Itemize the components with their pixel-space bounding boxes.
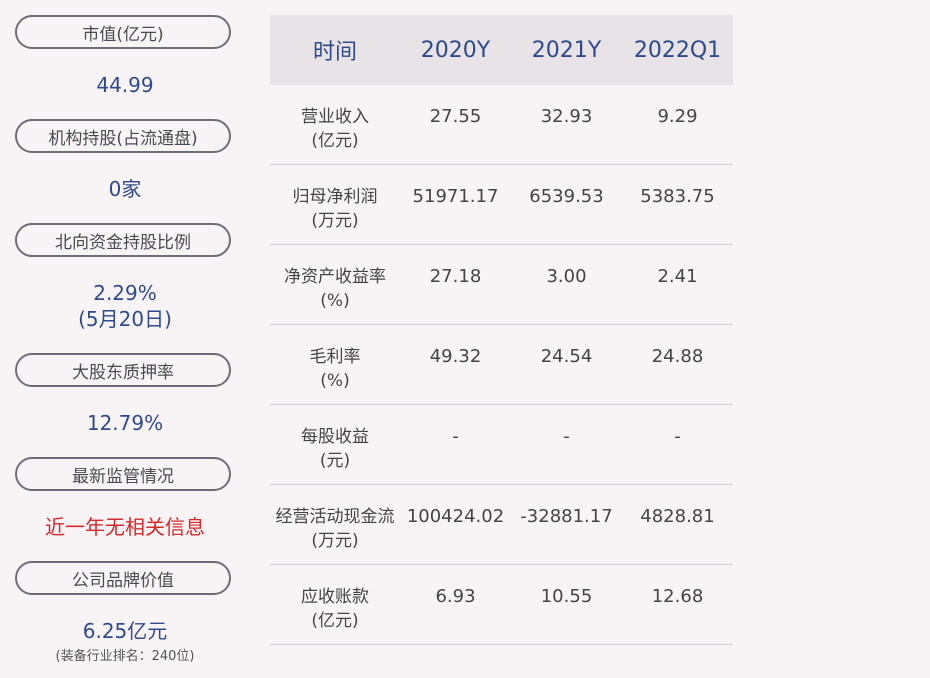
row-label: 应收账款 (亿元) bbox=[301, 587, 369, 631]
table-row: 每股收益 (元) - - - bbox=[270, 405, 733, 485]
table-row: 营业收入 (亿元) 27.55 32.93 9.29 bbox=[270, 85, 733, 165]
market-cap-value: 44.99 bbox=[96, 73, 154, 97]
cell: 6.93 bbox=[435, 586, 476, 607]
cell: 51971.17 bbox=[412, 186, 499, 207]
brand-value-label-pill: 公司品牌价值 bbox=[15, 561, 231, 595]
table-row: 毛利率 (%) 49.32 24.54 24.88 bbox=[270, 325, 733, 405]
cell: -32881.17 bbox=[520, 506, 613, 527]
row-label: 营业收入 (亿元) bbox=[301, 107, 369, 151]
table-row: 归母净利润 (万元) 51971.17 6539.53 5383.75 bbox=[270, 165, 733, 245]
row-label: 净资产收益率 (%) bbox=[284, 267, 386, 311]
cell: 27.55 bbox=[429, 106, 482, 127]
cell: 32.93 bbox=[540, 106, 593, 127]
cell: - bbox=[674, 426, 681, 447]
cell: 2.41 bbox=[657, 266, 698, 287]
pledge-rate-label-pill: 大股东质押率 bbox=[15, 353, 231, 387]
cell: - bbox=[563, 426, 570, 447]
cell: 100424.02 bbox=[406, 506, 505, 527]
row-label: 毛利率 (%) bbox=[309, 347, 361, 391]
cell: 27.18 bbox=[429, 266, 482, 287]
institution-holding-value: 0家 bbox=[108, 177, 142, 201]
northbound-ratio-label-pill: 北向资金持股比例 bbox=[15, 223, 231, 257]
header-2022q1: 2022Q1 bbox=[633, 37, 722, 63]
cell: 3.00 bbox=[546, 266, 587, 287]
row-label: 经营活动现金流 (万元) bbox=[275, 507, 395, 551]
northbound-ratio-value: 2.29% bbox=[93, 281, 157, 305]
brand-value-value: 6.25亿元 bbox=[82, 619, 168, 643]
cell: 9.29 bbox=[657, 106, 698, 127]
cell: 6539.53 bbox=[529, 186, 604, 207]
table-row: 经营活动现金流 (万元) 100424.02 -32881.17 4828.81 bbox=[270, 485, 733, 565]
financial-table: 时间 2020Y 2021Y 2022Q1 营业收入 (亿元) 27.55 32.… bbox=[270, 15, 733, 645]
header-2020y: 2020Y bbox=[420, 37, 491, 63]
northbound-ratio-date: (5月20日) bbox=[78, 307, 172, 331]
pledge-rate-value: 12.79% bbox=[86, 411, 164, 435]
cell: 5383.75 bbox=[640, 186, 715, 207]
cell: 49.32 bbox=[429, 346, 482, 367]
header-time: 时间 bbox=[312, 40, 357, 65]
header-2021y: 2021Y bbox=[531, 37, 602, 63]
cell: 24.54 bbox=[540, 346, 593, 367]
institution-holding-label-pill: 机构持股(占流通盘) bbox=[15, 119, 231, 153]
table-header: 时间 2020Y 2021Y 2022Q1 bbox=[270, 15, 733, 85]
cell: 24.88 bbox=[651, 346, 704, 367]
market-cap-label-pill: 市值(亿元) bbox=[15, 15, 231, 49]
cell: 4828.81 bbox=[640, 506, 715, 527]
row-label: 归母净利润 (万元) bbox=[292, 187, 378, 231]
table-row: 应收账款 (亿元) 6.93 10.55 12.68 bbox=[270, 565, 733, 645]
row-label: 每股收益 (元) bbox=[301, 427, 369, 471]
regulatory-status-value: 近一年无相关信息 bbox=[45, 515, 205, 539]
cell: 12.68 bbox=[651, 586, 704, 607]
cell: 10.55 bbox=[540, 586, 593, 607]
table-row: 净资产收益率 (%) 27.18 3.00 2.41 bbox=[270, 245, 733, 325]
cell: - bbox=[452, 426, 459, 447]
regulatory-status-label-pill: 最新监管情况 bbox=[15, 457, 231, 491]
brand-value-rank-note: (装备行业排名：240位) bbox=[55, 649, 195, 664]
